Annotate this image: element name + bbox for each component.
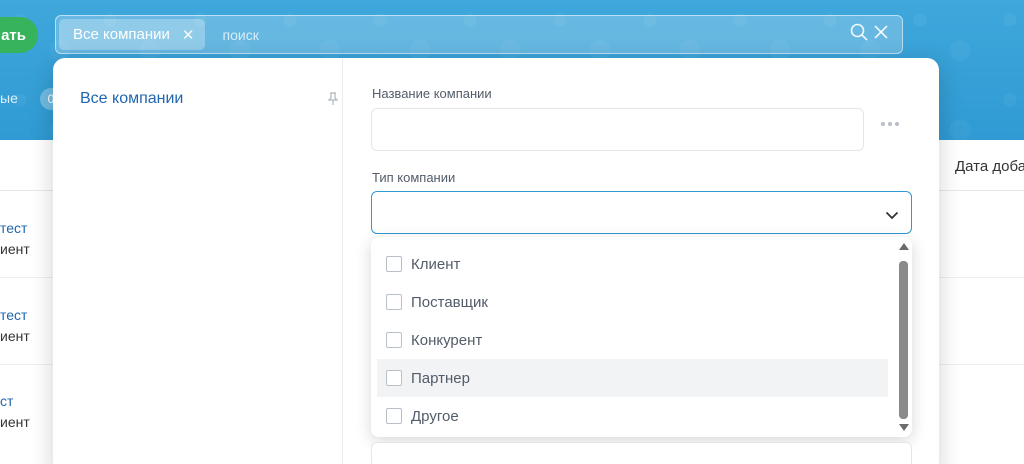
company-name-label: Название компании xyxy=(372,86,492,101)
options-scrollbar[interactable] xyxy=(898,241,910,433)
chevron-down-icon[interactable] xyxy=(885,207,899,225)
checkbox[interactable] xyxy=(386,408,402,424)
search-bar[interactable]: Все компании ✕ xyxy=(55,15,903,54)
option-client[interactable]: Клиент xyxy=(377,245,888,283)
create-button[interactable]: ать xyxy=(0,17,38,53)
option-label: Клиент xyxy=(411,255,461,273)
filter-panel: Все компании Название компании Тип компа… xyxy=(53,58,939,464)
more-options-icon[interactable] xyxy=(881,122,899,126)
option-supplier[interactable]: Поставщик xyxy=(377,283,888,321)
row-company-type: иент xyxy=(0,328,30,344)
filter-chip[interactable]: Все компании ✕ xyxy=(59,19,205,50)
filter-label[interactable]: ые xyxy=(0,90,18,106)
option-label: Другое xyxy=(411,407,459,425)
row-company-type: иент xyxy=(0,241,30,257)
next-filter-field[interactable] xyxy=(371,442,912,464)
row-company-name[interactable]: ст xyxy=(0,393,13,409)
row-company-name[interactable]: тест xyxy=(0,307,27,323)
option-other[interactable]: Другое xyxy=(377,397,888,435)
option-label: Поставщик xyxy=(411,293,488,311)
scroll-thumb[interactable] xyxy=(899,261,908,419)
pin-icon[interactable] xyxy=(327,92,339,111)
create-button-label: ать xyxy=(1,26,26,44)
presets-column: Все компании xyxy=(53,58,343,464)
row-company-name[interactable]: тест xyxy=(0,220,27,236)
column-header-date[interactable]: Дата доба xyxy=(955,158,1024,175)
chip-close-icon[interactable]: ✕ xyxy=(182,26,195,44)
checkbox[interactable] xyxy=(386,256,402,272)
scroll-up-icon[interactable] xyxy=(899,243,909,250)
search-input[interactable] xyxy=(222,26,850,43)
checkbox[interactable] xyxy=(386,332,402,348)
option-label: Партнер xyxy=(411,369,470,387)
clear-search-icon[interactable] xyxy=(874,25,888,44)
company-type-label: Тип компании xyxy=(372,170,456,185)
company-type-select[interactable] xyxy=(371,191,912,234)
scroll-down-icon[interactable] xyxy=(899,424,909,431)
preset-all-companies[interactable]: Все компании xyxy=(80,90,183,108)
company-name-field[interactable] xyxy=(371,108,864,151)
option-partner[interactable]: Партнер xyxy=(377,359,888,397)
row-company-type: иент xyxy=(0,414,30,430)
option-label: Конкурент xyxy=(411,331,483,349)
checkbox[interactable] xyxy=(386,370,402,386)
checkbox[interactable] xyxy=(386,294,402,310)
search-icon[interactable] xyxy=(850,23,868,46)
option-competitor[interactable]: Конкурент xyxy=(377,321,888,359)
company-type-options: Клиент Поставщик Конкурент Партнер Друго… xyxy=(371,237,912,437)
filter-chip-label: Все компании xyxy=(73,26,170,43)
